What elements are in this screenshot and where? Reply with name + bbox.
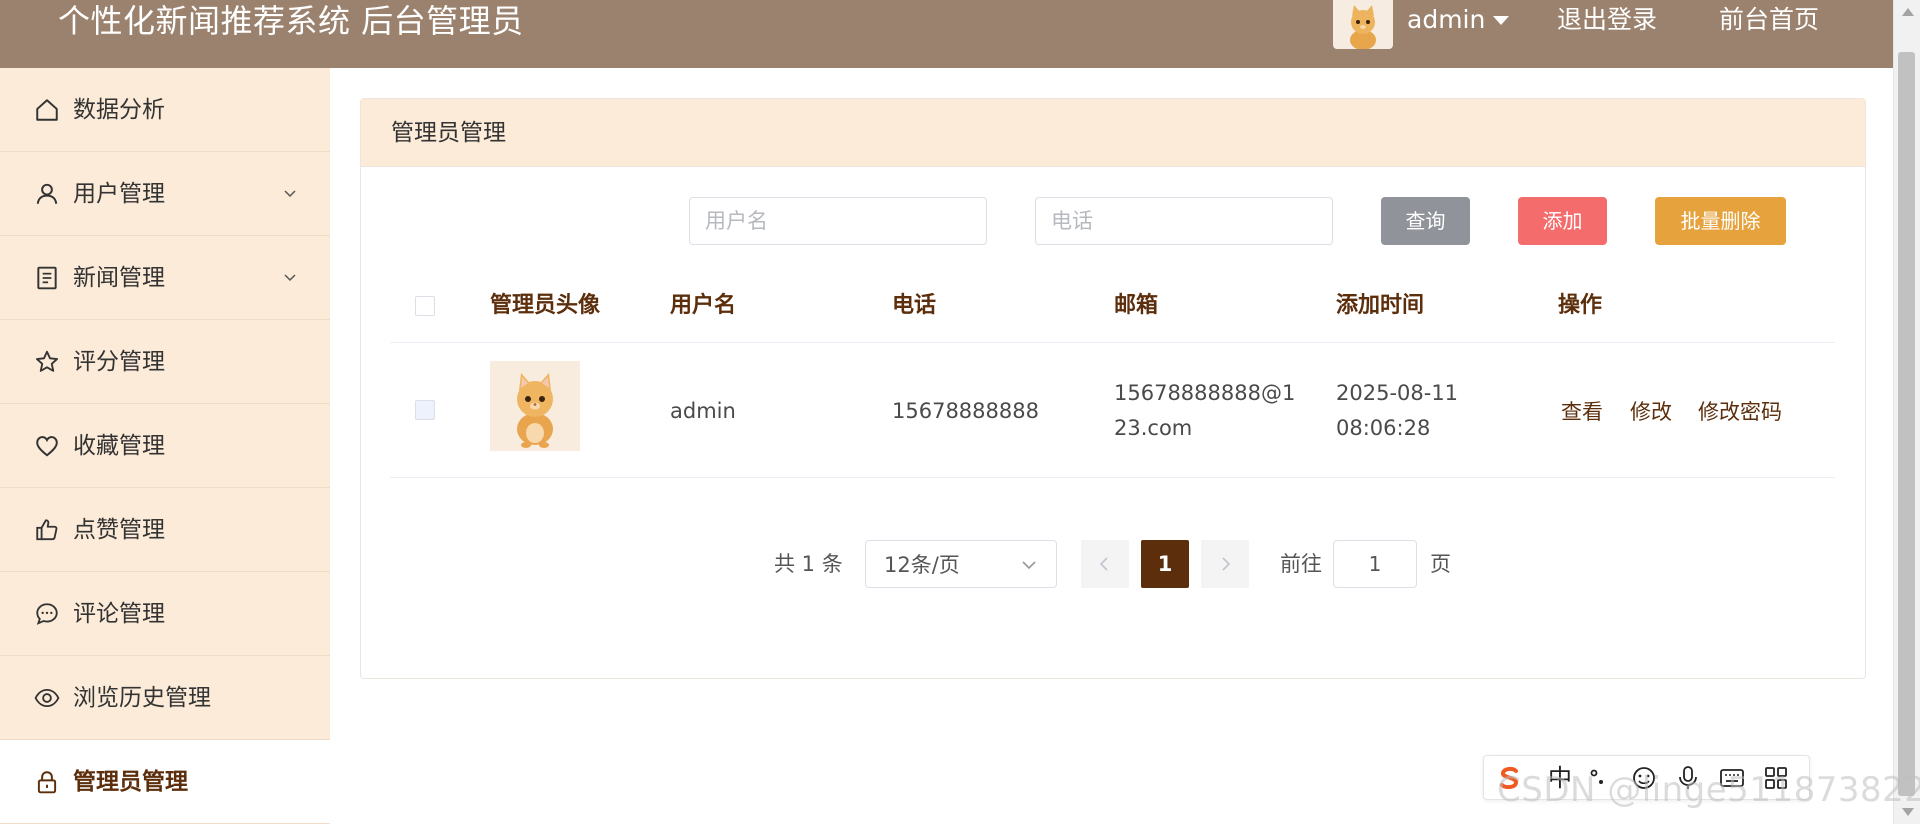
sidebar-item-label: 点赞管理	[73, 517, 165, 543]
sidebar-item-label: 新闻管理	[73, 265, 165, 291]
sidebar-item-likes-management[interactable]: 点赞管理	[0, 488, 330, 572]
chevron-left-icon	[1099, 557, 1108, 571]
admin-management-card: 管理员管理	[360, 98, 1866, 679]
edit-button[interactable]: 修改	[1630, 396, 1672, 428]
chevron-down-icon	[284, 274, 296, 282]
card-title: 管理员管理	[391, 120, 506, 146]
sidebar-item-news-management[interactable]: 新闻管理	[0, 236, 330, 320]
csdn-watermark: CSDN @linge511873822	[1497, 770, 1920, 810]
chevron-down-icon	[284, 190, 296, 198]
table-divider	[390, 342, 1835, 343]
row-checkbox[interactable]	[415, 400, 435, 420]
sidebar-item-label: 浏览历史管理	[73, 685, 211, 711]
sidebar-item-label: 收藏管理	[73, 433, 165, 459]
chevron-down-icon[interactable]	[1493, 16, 1509, 25]
change-password-button[interactable]: 修改密码	[1698, 396, 1782, 428]
row-added-date: 2025-08-11	[1336, 381, 1459, 405]
goto-prefix: 前往	[1280, 552, 1322, 576]
goto-page-input[interactable]	[1333, 540, 1417, 588]
pagination-total: 共 1 条	[774, 552, 843, 576]
scroll-thumb[interactable]	[1898, 52, 1915, 796]
query-button[interactable]: 查询	[1381, 197, 1470, 245]
row-added-time: 08:06:28	[1336, 416, 1431, 440]
table-divider	[390, 477, 1835, 478]
sidebar-item-data-analysis[interactable]: 数据分析	[0, 68, 330, 152]
lock-icon	[37, 771, 57, 794]
sidebar-item-comment-management[interactable]: 评论管理	[0, 572, 330, 656]
username-dropdown[interactable]: admin	[1407, 4, 1485, 36]
sidebar-item-label: 管理员管理	[73, 769, 188, 795]
page-size-value: 12条/页	[884, 553, 960, 577]
chevron-down-icon	[1022, 561, 1036, 570]
home-icon	[36, 99, 58, 121]
view-button[interactable]: 查看	[1561, 396, 1603, 428]
sidebar: 数据分析 用户管理 新闻管理 评分管理 收藏管理 点赞管理 评论管理 浏览历史管…	[0, 68, 330, 824]
page-number-current[interactable]: 1	[1141, 540, 1189, 588]
prev-page-button[interactable]	[1081, 540, 1129, 588]
sidebar-item-browse-history[interactable]: 浏览历史管理	[0, 656, 330, 740]
phone-search-input[interactable]	[1035, 197, 1333, 245]
system-title: 个性化新闻推荐系统 后台管理员	[58, 2, 524, 40]
user-icon	[36, 183, 58, 204]
chevron-right-icon	[1222, 557, 1231, 571]
scroll-up-icon[interactable]	[1902, 8, 1914, 16]
row-email-line2: 23.com	[1114, 416, 1193, 440]
page-scrollbar[interactable]	[1893, 0, 1920, 824]
column-header-email: 邮箱	[1114, 293, 1159, 318]
sidebar-item-admin-management[interactable]: 管理员管理	[0, 740, 330, 824]
row-email-line1: 15678888888@1	[1114, 381, 1296, 405]
front-home-link[interactable]: 前台首页	[1719, 4, 1819, 36]
sidebar-item-label: 评分管理	[73, 349, 165, 375]
select-all-checkbox[interactable]	[415, 296, 435, 316]
admin-avatar[interactable]	[490, 361, 580, 451]
sidebar-item-label: 数据分析	[73, 97, 165, 123]
add-button[interactable]: 添加	[1518, 197, 1607, 245]
page-size-select[interactable]: 12条/页	[865, 540, 1057, 588]
document-icon	[37, 266, 57, 290]
batch-delete-button[interactable]: 批量删除	[1655, 197, 1786, 245]
sidebar-item-label: 评论管理	[73, 601, 165, 627]
logout-link[interactable]: 退出登录	[1557, 4, 1657, 36]
card-header: 管理员管理	[361, 99, 1865, 167]
sidebar-item-label: 用户管理	[73, 181, 165, 207]
column-header-username: 用户名	[670, 293, 737, 318]
column-header-added-time: 添加时间	[1336, 293, 1425, 318]
sidebar-item-favorites-management[interactable]: 收藏管理	[0, 404, 330, 488]
column-header-avatar: 管理员头像	[490, 293, 601, 318]
goto-suffix: 页	[1430, 552, 1451, 576]
username-search-input[interactable]	[689, 197, 987, 245]
column-header-actions: 操作	[1558, 293, 1603, 318]
heart-icon	[36, 436, 58, 457]
sidebar-item-user-management[interactable]: 用户管理	[0, 152, 330, 236]
next-page-button[interactable]	[1201, 540, 1249, 588]
sidebar-item-rating-management[interactable]: 评分管理	[0, 320, 330, 404]
top-header: 个性化新闻推荐系统 后台管理员 admin 退出登录 前台首页	[0, 0, 1893, 68]
comment-icon	[36, 603, 58, 625]
star-icon	[36, 350, 58, 372]
row-username: admin	[670, 399, 736, 423]
thumb-up-icon	[36, 519, 58, 541]
column-header-phone: 电话	[892, 293, 937, 318]
header-avatar[interactable]	[1333, 0, 1393, 49]
row-phone: 15678888888	[892, 399, 1039, 423]
eye-icon	[34, 688, 60, 708]
